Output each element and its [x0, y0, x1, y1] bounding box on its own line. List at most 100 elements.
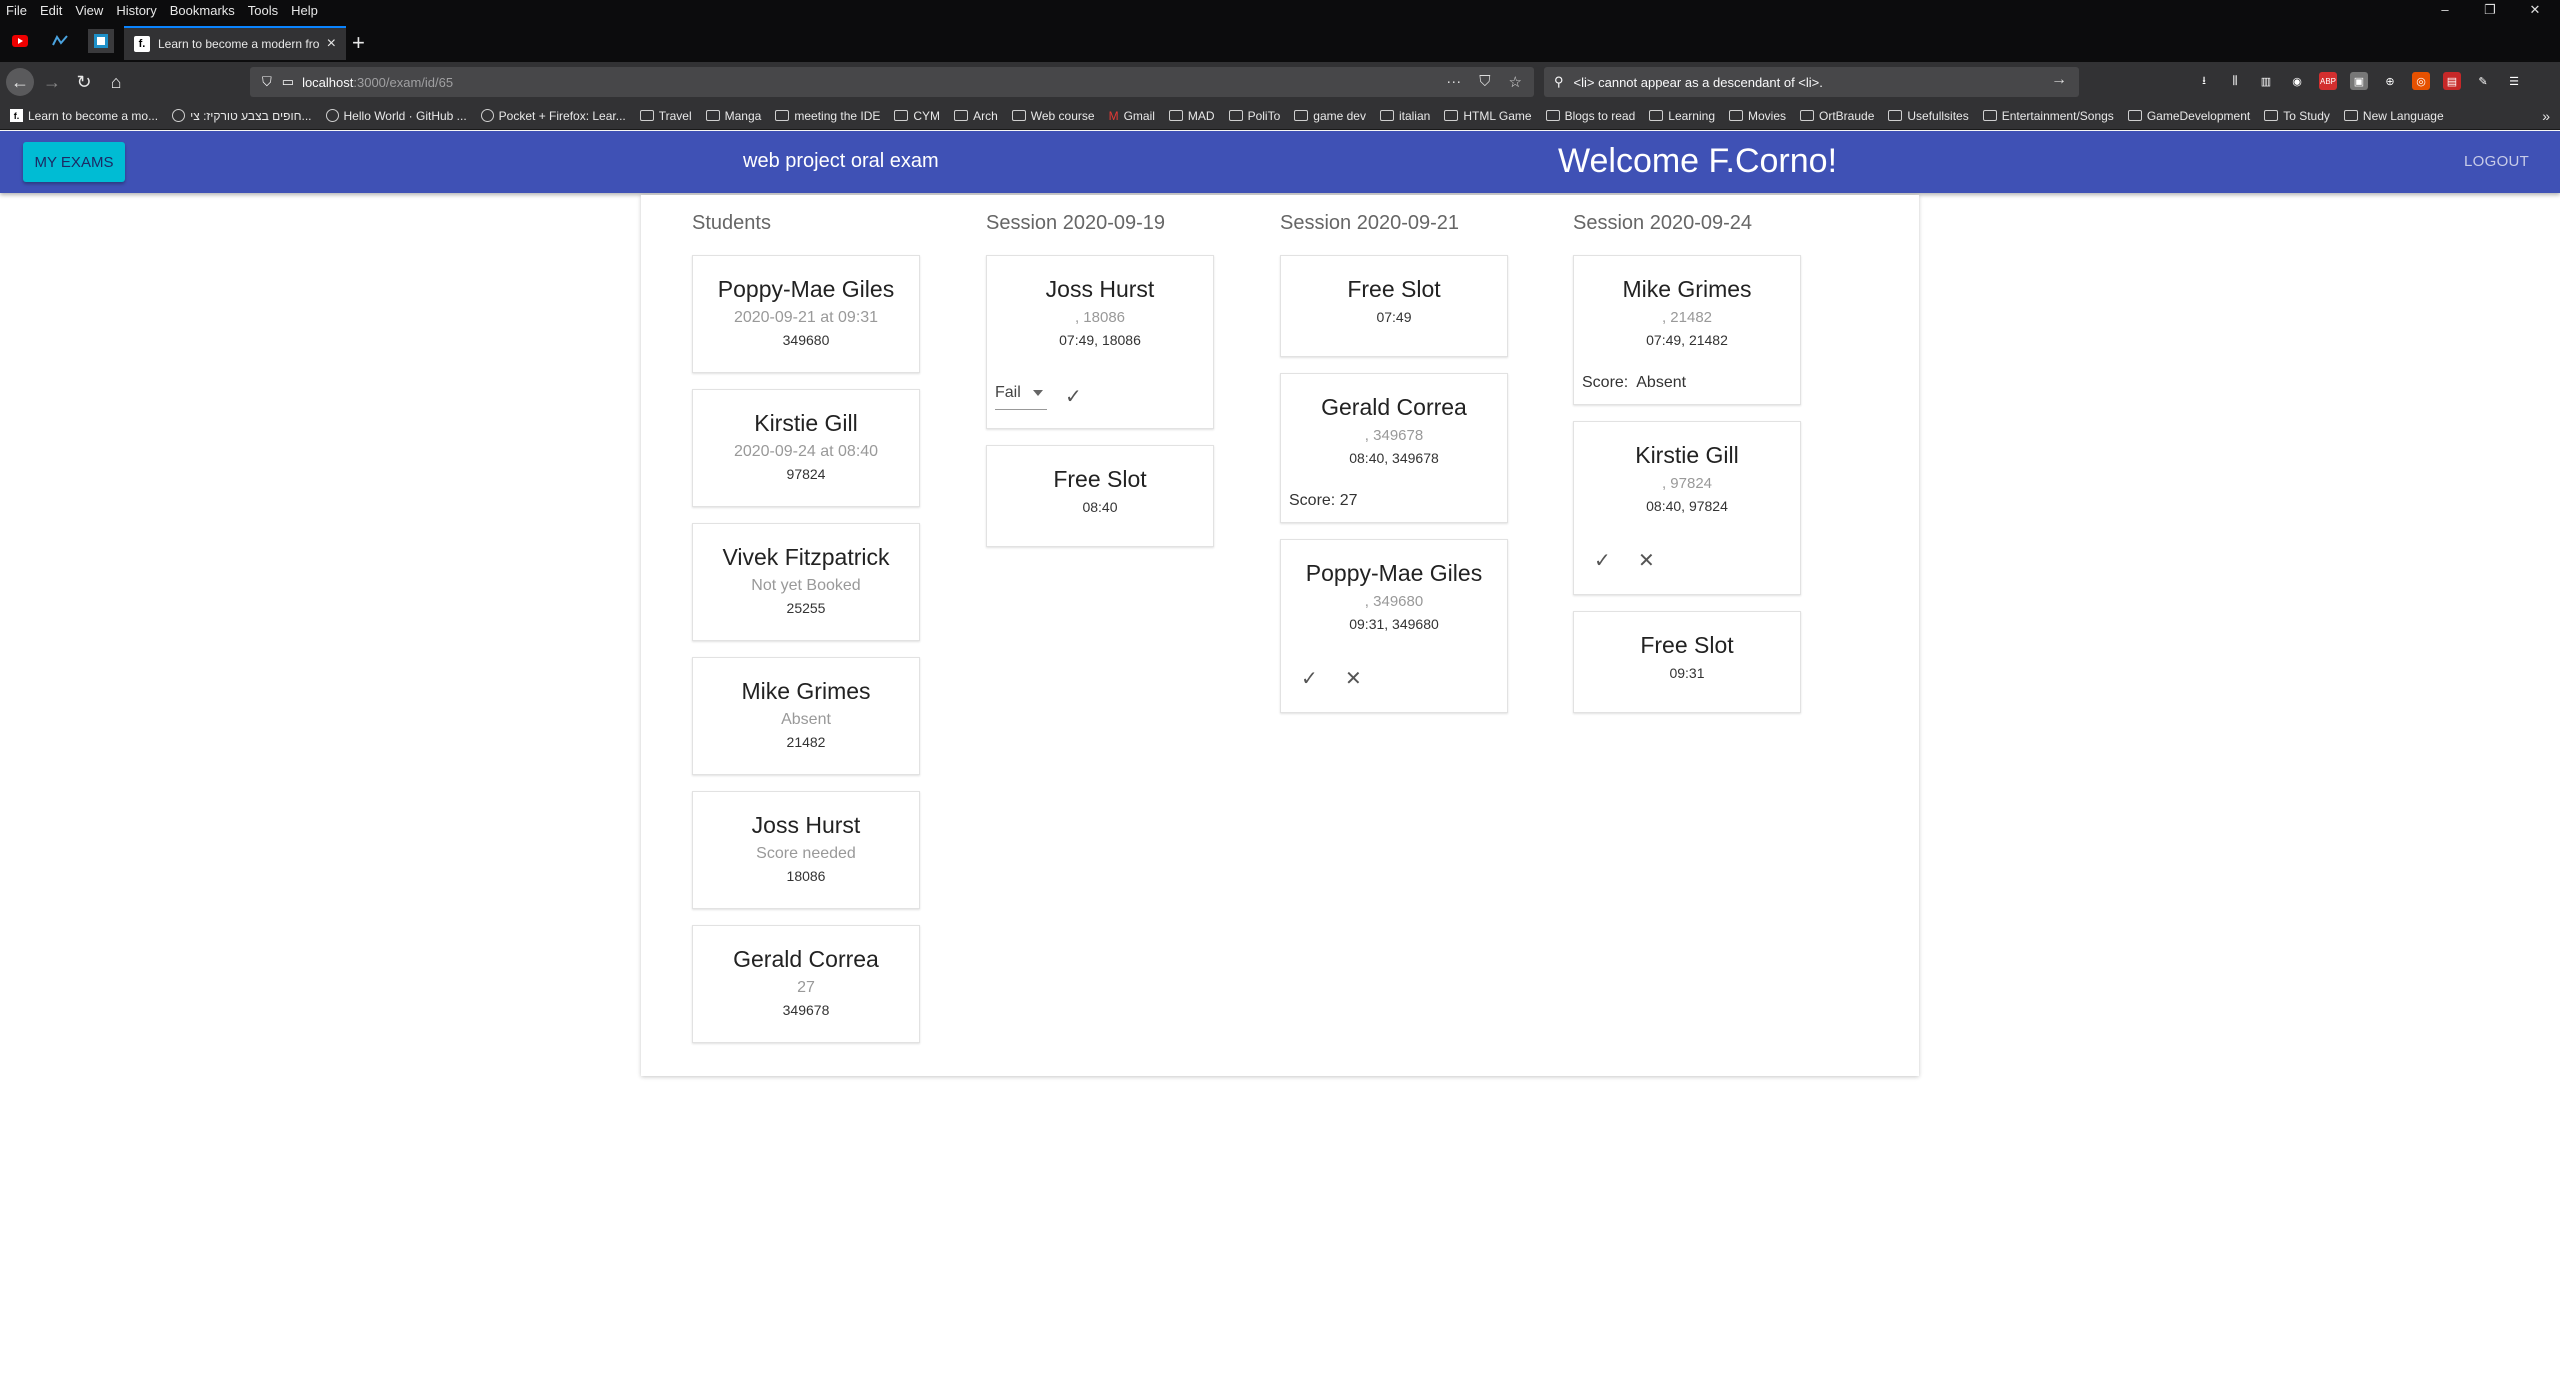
close-window-icon[interactable]: ✕	[2515, 0, 2555, 20]
slot-card[interactable]: Mike Grimes , 21482 07:49, 21482 Score: …	[1573, 255, 1801, 405]
close-icon[interactable]: ✕	[1345, 666, 1362, 691]
account-icon[interactable]: ◉	[2288, 72, 2306, 90]
slot-card[interactable]: Free Slot 08:40	[986, 445, 1214, 547]
bookmark-item[interactable]: f. Learn to become a mo...	[10, 109, 158, 123]
home-icon[interactable]: ⌂	[102, 68, 130, 96]
bookmark-folder[interactable]: italian	[1379, 109, 1430, 123]
student-id: 349680	[782, 332, 830, 348]
welcome-message: Welcome F.Corno!	[1558, 142, 1838, 180]
bookmark-label: חופים בצבע טורקיז: צי...	[190, 108, 312, 123]
menu-bookmarks[interactable]: Bookmarks	[170, 3, 235, 18]
student-card[interactable]: Vivek Fitzpatrick Not yet Booked 25255	[692, 523, 920, 641]
bookmark-folder[interactable]: Travel	[639, 109, 692, 123]
menu-view[interactable]: View	[75, 3, 103, 18]
bookmark-folder[interactable]: Movies	[1729, 109, 1786, 123]
bookmark-folder[interactable]: HTML Game	[1444, 109, 1532, 123]
more-bookmarks-icon[interactable]: »	[2542, 108, 2550, 124]
bookmark-folder[interactable]: Blogs to read	[1545, 108, 1636, 123]
my-exams-button[interactable]: MY EXAMS	[23, 142, 125, 182]
bookmark-folder[interactable]: To Study	[2264, 109, 2330, 123]
adblock-icon[interactable]: ABP	[2319, 72, 2337, 90]
url-bar[interactable]: ⛉ ▭ localhost:3000/exam/id/65 ··· ⛉ ☆	[250, 67, 1534, 97]
downloads-icon[interactable]: ⭳	[2195, 72, 2213, 90]
bookmark-folder[interactable]: Manga	[705, 108, 762, 123]
student-card[interactable]: Poppy-Mae Giles 2020-09-21 at 09:31 3496…	[692, 255, 920, 373]
back-icon[interactable]: ←	[6, 68, 34, 96]
extension-icon[interactable]: ▤	[2443, 72, 2461, 90]
student-card[interactable]: Mike Grimes Absent 21482	[692, 657, 920, 775]
shield-icon[interactable]: ⛉	[262, 74, 272, 90]
bookmark-folder[interactable]: game dev	[1294, 109, 1366, 123]
pinned-tab-youtube[interactable]	[8, 29, 34, 53]
bookmark-folder[interactable]: MAD	[1168, 109, 1215, 123]
student-name: Vivek Fitzpatrick	[722, 544, 890, 570]
bookmark-item[interactable]: Pocket + Firefox: Lear...	[480, 109, 626, 123]
bookmark-item[interactable]: Hello World · GitHub ...	[325, 109, 467, 123]
bookmark-folder[interactable]: Web course	[1011, 109, 1095, 123]
check-icon[interactable]: ✓	[1594, 548, 1611, 573]
student-card[interactable]: Gerald Correa 27 349678	[692, 925, 920, 1043]
restore-icon[interactable]: ❐	[2470, 0, 2510, 20]
grade-select[interactable]: Fail	[995, 384, 1047, 410]
bookmark-label: New Language	[2362, 108, 2444, 123]
pinned-tab-2[interactable]	[47, 29, 73, 53]
extension-icon[interactable]: ✎	[2474, 72, 2492, 90]
bookmark-item[interactable]: חופים בצבע טורקיז: צי...	[172, 108, 312, 123]
bookmark-label: Manga	[724, 108, 762, 123]
bookmark-folder[interactable]: OrtBraude	[1800, 109, 1874, 123]
bookmark-label: OrtBraude	[1819, 108, 1875, 123]
bookmark-folder[interactable]: Arch	[954, 109, 998, 123]
bookmark-folder[interactable]: Usefullsites	[1888, 109, 1969, 123]
menu-help[interactable]: Help	[291, 3, 318, 18]
bookmark-folder[interactable]: meeting the IDE	[775, 109, 880, 123]
extension-icon[interactable]: ▣	[2350, 72, 2368, 90]
menu-hamburger-icon[interactable]: ☰	[2505, 72, 2523, 90]
check-icon[interactable]: ✓	[1301, 666, 1318, 691]
bookmark-folder[interactable]: Learning	[1649, 109, 1715, 123]
pocket-icon[interactable]: ⛉	[1479, 73, 1490, 91]
sidebar-icon[interactable]: ▥	[2257, 72, 2275, 90]
slot-card[interactable]: Joss Hurst , 18086 07:49, 18086 Fail ✓	[986, 255, 1214, 429]
bookmark-label: Blogs to read	[1564, 108, 1636, 123]
menu-file[interactable]: File	[6, 3, 27, 18]
close-icon[interactable]: ✕	[1638, 548, 1655, 573]
tab-active[interactable]: f. Learn to become a modern fro ×	[124, 26, 346, 60]
search-bar[interactable]: ⚲ <li> cannot appear as a descendant of …	[1544, 67, 2079, 97]
search-go-icon[interactable]: →	[2051, 71, 2067, 89]
student-card[interactable]: Kirstie Gill 2020-09-24 at 08:40 97824	[692, 389, 920, 507]
search-input[interactable]: <li> cannot appear as a descendant of <l…	[1574, 75, 1823, 90]
page-actions-icon[interactable]: ···	[1446, 73, 1461, 91]
slot-card[interactable]: Poppy-Mae Giles , 349680 09:31, 349680 ✓…	[1280, 539, 1508, 713]
bookmark-folder[interactable]: GameDevelopment	[2127, 109, 2250, 123]
library-icon[interactable]: ⫼	[2226, 72, 2244, 90]
pinned-tab-3[interactable]	[88, 29, 114, 53]
bookmark-star-icon[interactable]: ☆	[1509, 73, 1522, 91]
menu-history[interactable]: History	[116, 3, 156, 18]
minimize-icon[interactable]: –	[2425, 0, 2465, 20]
extension-icon[interactable]: ⊕	[2381, 72, 2399, 90]
student-card[interactable]: Joss Hurst Score needed 18086	[692, 791, 920, 909]
bookmark-folder[interactable]: New Language	[2343, 108, 2444, 123]
slot-card[interactable]: Kirstie Gill , 97824 08:40, 97824 ✓ ✕	[1573, 421, 1801, 595]
bookmark-item[interactable]: M Gmail	[1109, 109, 1155, 123]
reload-icon[interactable]: ↻	[70, 68, 98, 96]
logout-button[interactable]: LOGOUT	[2464, 153, 2529, 170]
new-tab-icon[interactable]: +	[352, 32, 365, 54]
folder-icon	[1649, 110, 1664, 121]
close-tab-icon[interactable]: ×	[327, 35, 336, 53]
bookmark-label: Gmail	[1123, 108, 1155, 123]
bookmark-folder[interactable]: CYM	[894, 109, 940, 123]
extension-icon[interactable]: ◎	[2412, 72, 2430, 90]
slot-card[interactable]: Gerald Correa , 349678 08:40, 349678 Sco…	[1280, 373, 1508, 523]
menu-edit[interactable]: Edit	[40, 3, 62, 18]
page-info-icon[interactable]: ▭	[282, 74, 294, 90]
forward-icon[interactable]: →	[38, 68, 66, 96]
slot-card[interactable]: Free Slot 07:49	[1280, 255, 1508, 357]
bookmark-folder[interactable]: PoliTo	[1228, 109, 1280, 123]
menu-tools[interactable]: Tools	[248, 3, 278, 18]
folder-icon	[705, 110, 720, 121]
bookmark-folder[interactable]: Entertainment/Songs	[1982, 109, 2114, 123]
check-icon[interactable]: ✓	[1065, 384, 1082, 409]
bookmark-label: Learning	[1668, 108, 1715, 123]
slot-card[interactable]: Free Slot 09:31	[1573, 611, 1801, 713]
